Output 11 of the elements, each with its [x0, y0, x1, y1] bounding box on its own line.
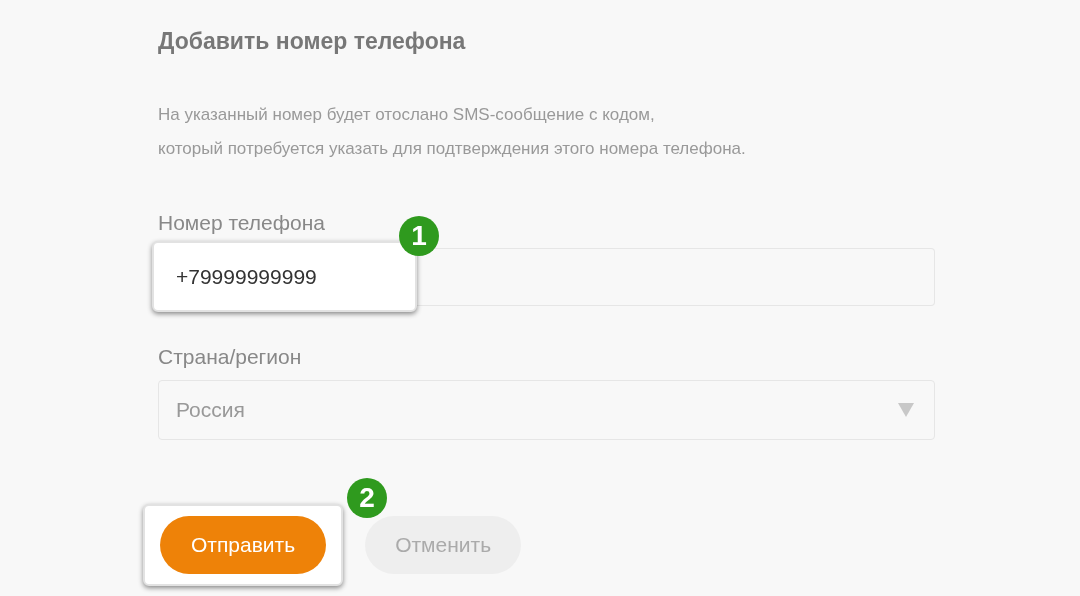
- phone-input[interactable]: +79999999999: [154, 264, 396, 289]
- country-select[interactable]: Россия: [158, 380, 935, 440]
- dropdown-arrow-icon: [898, 403, 914, 417]
- description-text: На указанный номер будет отослано SMS-сообщение с кодом, который потребуется указать для подтверждения этого номера телефона.: [158, 104, 747, 160]
- field-label: Страна/регион: [158, 344, 302, 370]
- send-button[interactable]: Отправить: [160, 516, 327, 574]
- page-title: Добавить номер телефона: [158, 27, 467, 56]
- number-badge: 2: [347, 478, 387, 518]
- field-label: Номер телефона: [158, 210, 325, 236]
- cancel-button[interactable]: Отменить: [365, 516, 522, 574]
- number-badge: 1: [399, 216, 439, 256]
